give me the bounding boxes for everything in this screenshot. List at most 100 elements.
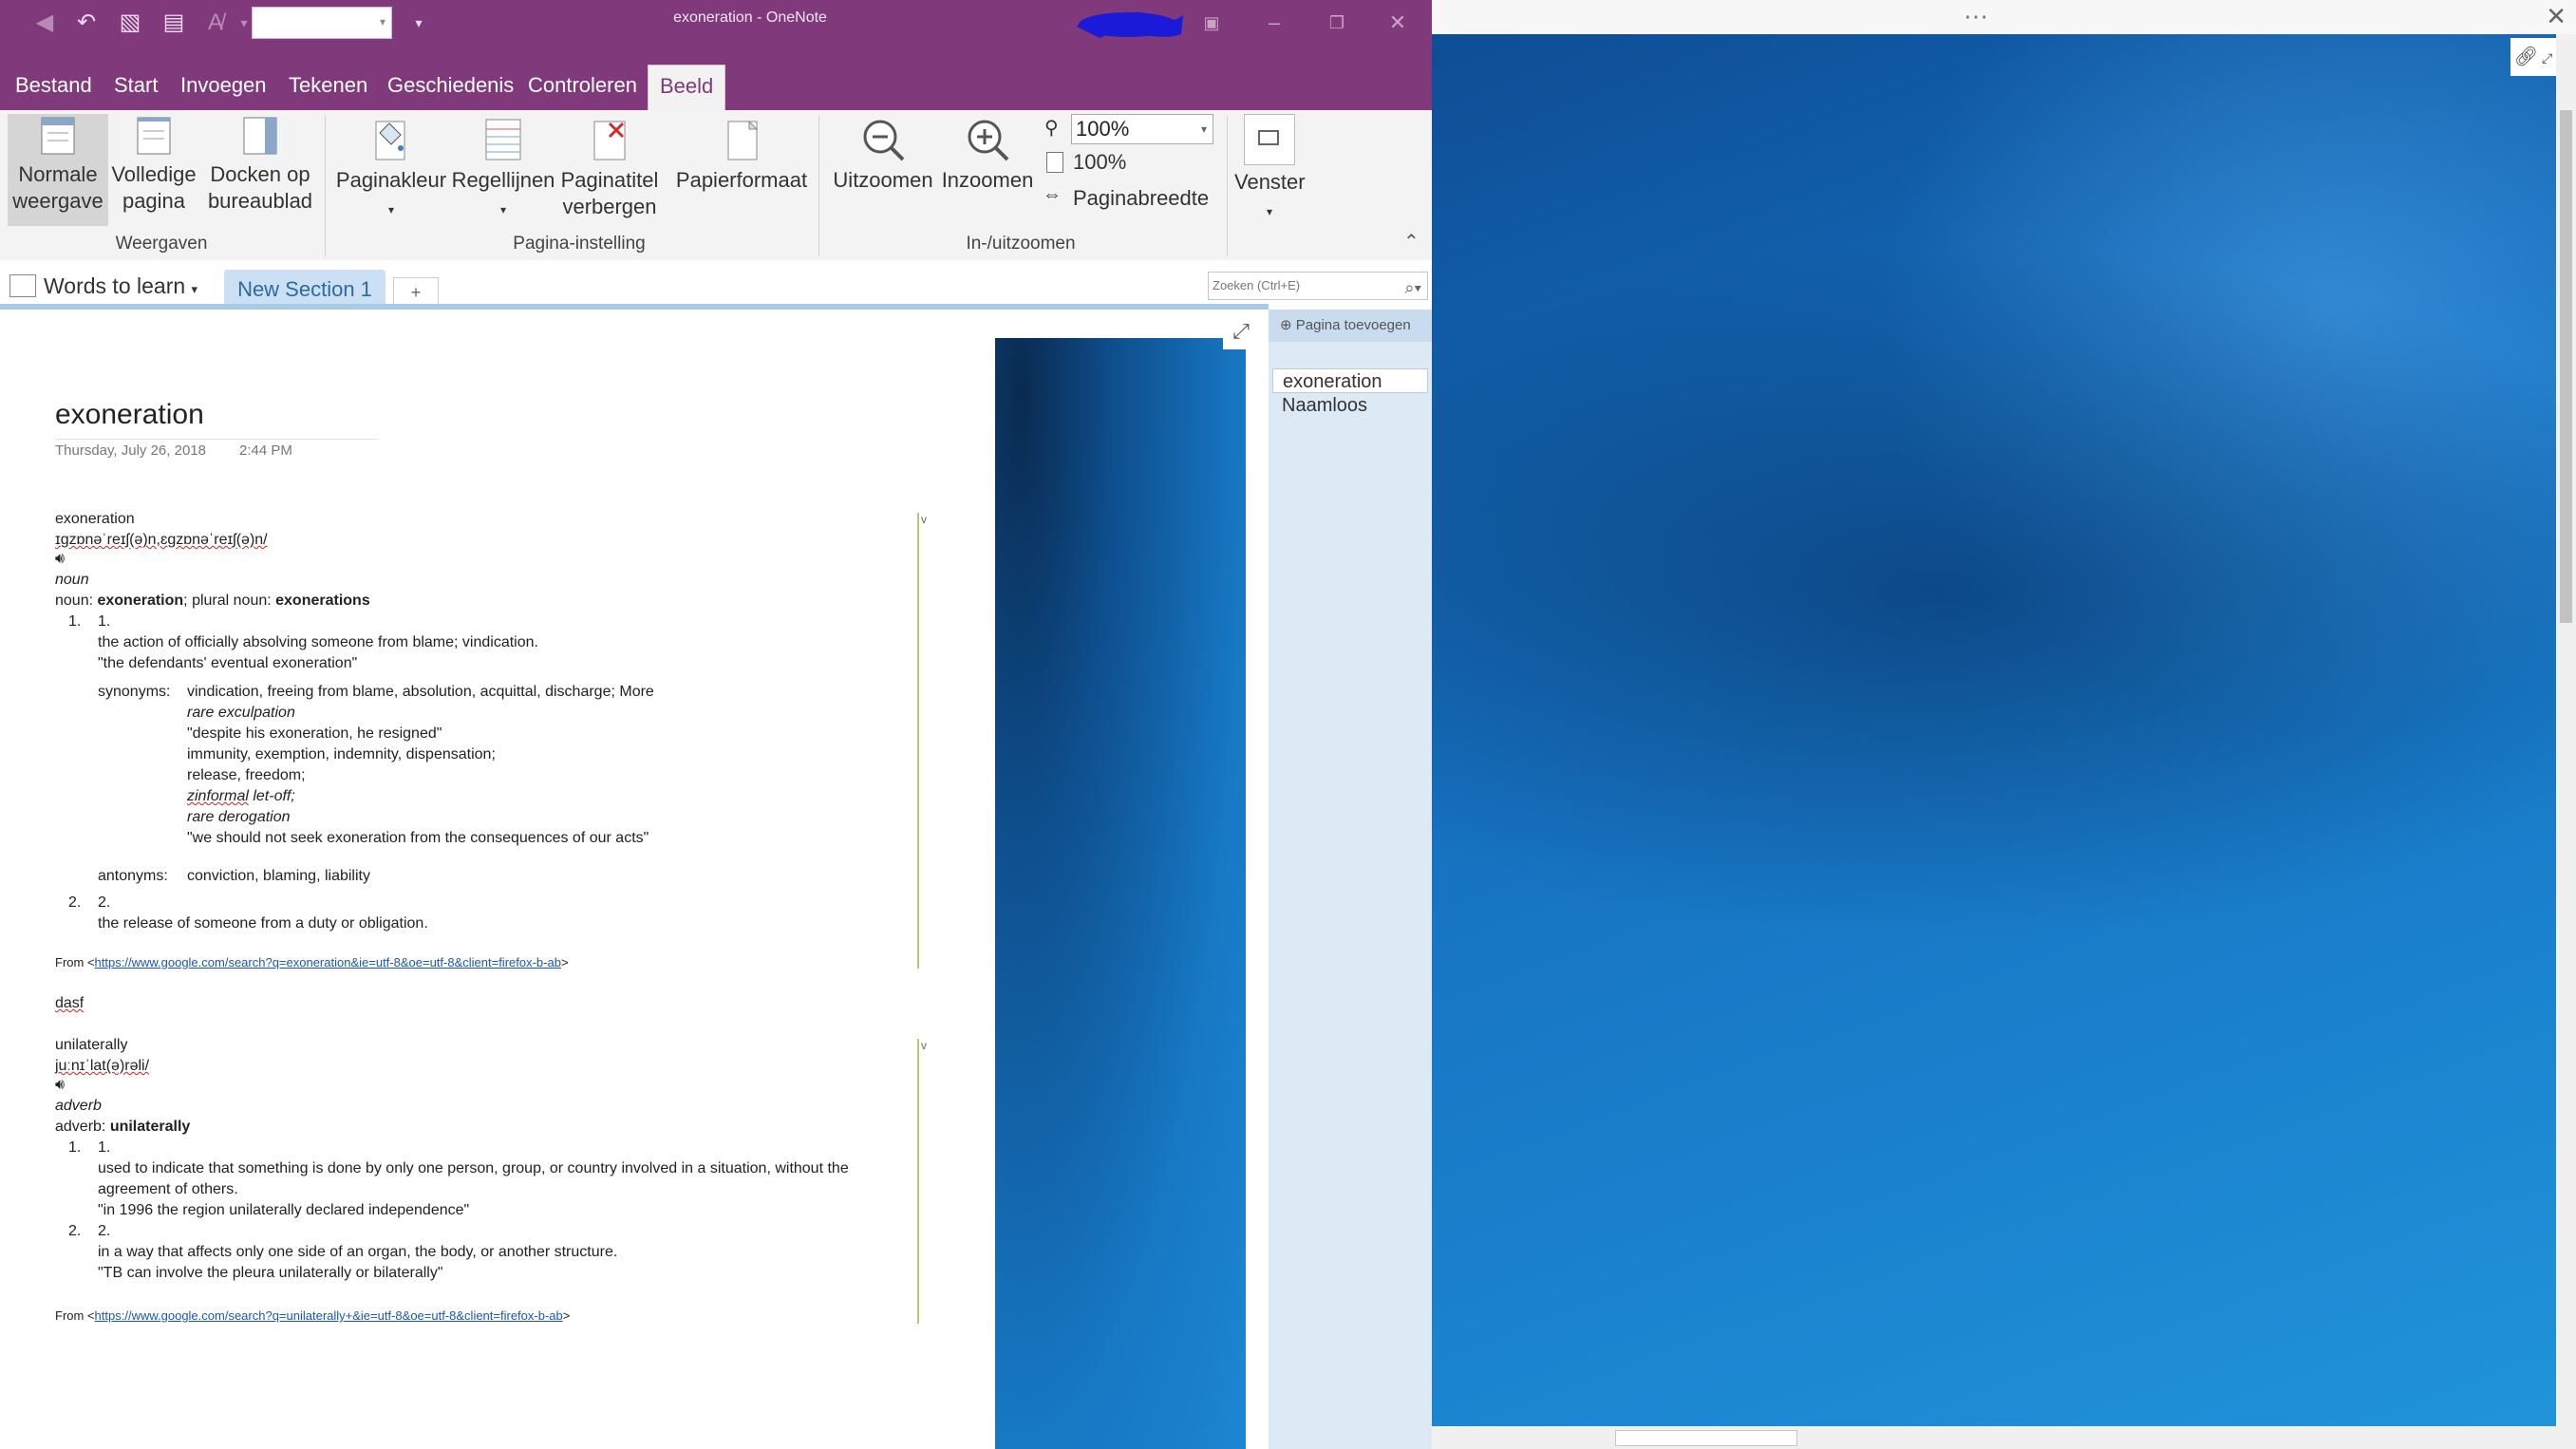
add-page-button[interactable]: ⊕ Pagina toevoegen [1269,310,1432,342]
page-color-button[interactable]: Paginakleur ▾ [334,114,448,223]
synonyms-line-3: release, freedom; [187,767,306,783]
tab-invoegen[interactable]: Invoegen [177,65,271,110]
quick-access-combo[interactable]: ▾ [252,7,392,39]
tab-controleren[interactable]: Controleren [524,65,641,110]
rule-lines-button[interactable]: Regellijnen ▾ [450,114,556,223]
window-label: Venster [1234,170,1306,194]
page-item-exoneration[interactable]: exoneration [1272,368,1428,393]
speaker-icon[interactable]: 🔊︎ [55,551,65,568]
expand-icon[interactable]: ⤢ [1223,313,1259,349]
tab-bestand[interactable]: Bestand [11,65,96,110]
zoom-level-combo[interactable]: 100% ▾ [1071,114,1213,144]
zoom-out-label: Uitzoomen [833,168,933,192]
scrollbar-thumb[interactable] [2560,110,2572,623]
paint-bucket-icon [375,121,405,160]
window-title: exoneration - OneNote [673,9,827,26]
full-page-view-button[interactable]: Volledige pagina [106,114,201,215]
entry-word: unilaterally [55,1037,128,1053]
close-icon[interactable]: ✕ [2546,2,2567,31]
forms-word: exoneration [97,593,184,609]
synonyms-example: "despite his exoneration, he resigned" [187,725,442,742]
paper-size-button[interactable]: Papierformaat [670,114,813,194]
text-format-icon[interactable]: A̸ [199,8,232,38]
dock-desktop-button[interactable]: Docken op bureaublad [203,114,317,215]
zoom-in-label: Inzoomen [941,168,1034,192]
undo-icon[interactable]: ↶ [70,8,103,38]
customize-quick-access-icon[interactable]: ▾ [403,8,435,38]
page-item-naamloos[interactable]: Naamloos [1272,393,1428,418]
source-suffix: > [560,955,569,969]
chevron-down-icon: ▾ [499,203,507,216]
collapse-ribbon-icon[interactable]: ⌃ [1403,230,1420,254]
forms-prefix: noun: [55,593,98,609]
tab-tekenen[interactable]: Tekenen [285,65,371,110]
sense-number: 2. [98,1223,111,1239]
sense-number: 1. [98,1139,111,1156]
group-label-zoom: In-/uitzoomen [966,234,1076,254]
notebook-selector[interactable]: Words to learn ▾ [9,273,197,299]
tab-beeld[interactable]: Beeld [648,65,726,111]
window-icon [1244,114,1295,165]
definition-1a: used to indicate that something is done … [98,1160,849,1176]
pasted-image[interactable] [995,338,1246,1449]
hide-page-title-button[interactable]: Paginatitel verbergen [556,114,663,220]
list-number: 1. [68,1139,82,1156]
stray-text[interactable]: dasf [55,995,84,1012]
page-canvas[interactable]: exoneration Thursday, July 26, 2018 2:44… [0,310,1269,1449]
speaker-icon[interactable]: 🔊︎ [55,1077,65,1094]
rule-lines-label: Regellijnen [451,168,555,192]
dock-label-1: Docken op [210,162,310,186]
source-line: From <https://www.google.com/search?q=ex… [55,955,569,969]
page-width-button[interactable]: Paginabreedte [1073,186,1209,211]
expand-icon[interactable]: ⤢ [2538,50,2552,66]
restore-icon[interactable]: ❐ [1316,8,1358,38]
source-suffix: > [562,1308,571,1323]
page-title[interactable]: exoneration [55,399,204,431]
minimize-icon[interactable]: – [1253,8,1295,38]
viewer-title-bar: ⋯ ✕ [1432,0,2576,34]
full-screen-icon[interactable]: ▣ [1191,8,1232,38]
collapse-marker[interactable]: v [921,513,927,526]
full-page-label-1: Volledige [111,162,197,186]
page-width-icon: ⇔ [1043,184,1062,205]
close-icon[interactable]: ✕ [1377,8,1419,38]
back-icon[interactable]: ◀ [28,8,61,38]
dock-desktop-icon [243,117,277,155]
search-input[interactable]: Zoeken (Ctrl+E) ⌕▾ [1208,272,1428,300]
chevron-down-icon: ▾ [387,203,395,216]
tab-geschiedenis[interactable]: Geschiedenis [384,65,517,110]
source-link[interactable]: https://www.google.com/search?q=exonerat… [95,955,561,969]
source-prefix: From < [55,955,95,969]
chevron-down-icon: ▾ [379,15,385,28]
horizontal-scrollbar[interactable] [1432,1426,2576,1449]
source-link[interactable]: https://www.google.com/search?q=unilater… [95,1308,563,1323]
page-date: Thursday, July 26, 2018 [55,442,206,459]
entry-forms: adverb: unilaterally [55,1119,190,1136]
scrollbar-thumb[interactable] [1615,1430,1797,1446]
zoom-in-button[interactable]: Inzoomen [938,116,1037,194]
vertical-scrollbar[interactable] [2556,34,2576,1426]
synonyms-rare: rare exculpation [187,705,295,721]
synonyms-example-2: "we should not seek exoneration from the… [187,830,649,846]
chevron-down-icon: ▾ [1200,122,1207,136]
tab-start[interactable]: Start [110,65,161,110]
forms-word: unilaterally [109,1119,191,1135]
zoom-100-button[interactable]: 100% [1073,150,1126,175]
window-button[interactable]: Venster ▾ [1234,114,1306,225]
zoom-in-icon [968,120,1009,161]
full-page-view-icon [137,117,171,155]
collapse-marker[interactable]: v [921,1039,927,1052]
synonyms-line-2: immunity, exemption, indemnity, dispensa… [187,746,496,762]
normal-view-button[interactable]: Normale weergave [8,114,108,226]
more-options-icon[interactable]: ⋯ [1964,2,1990,31]
forms-mid: ; plural noun: [183,593,276,609]
full-page-icon[interactable]: ▤ [158,8,190,38]
list-number: 1. [68,613,82,630]
entry-word: exoneration [55,511,135,527]
link-icon[interactable]: 🔗︎ ⤢ [2510,38,2556,76]
ribbon: Normale weergave Volledige pagina Docken o… [0,110,1432,261]
zoom-out-icon [863,120,905,161]
zoom-out-button[interactable]: Uitzoomen [828,116,938,194]
dock-icon[interactable]: ▧ [114,8,146,38]
entry-pronunciation: ɪɡzɒnəˈreɪʃ(ə)n,ɛɡzɒnəˈreɪʃ(ə)n/ [55,532,268,548]
